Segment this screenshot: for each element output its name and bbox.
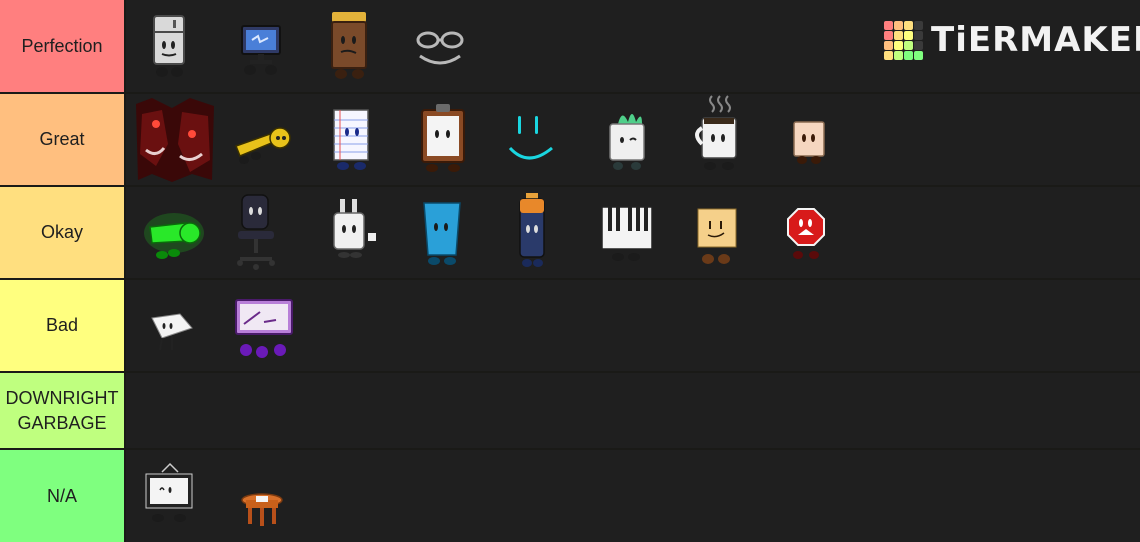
cup-character-icon[interactable] [412, 187, 472, 278]
tier-label[interactable]: Perfection [0, 0, 124, 92]
logo-grid-cell [884, 20, 893, 30]
tier-label[interactable]: N/A [0, 450, 124, 542]
tier-label[interactable]: DOWNRIGHT GARBAGE [0, 373, 124, 448]
tier-items [126, 450, 1140, 542]
picture-frame-character-icon[interactable] [140, 450, 200, 542]
tier-items [126, 280, 1140, 371]
tiermaker-logo-grid-icon [884, 20, 923, 60]
sticky-note-character-icon[interactable] [690, 187, 750, 278]
logo-grid-cell [884, 50, 893, 60]
paper-character-icon[interactable] [140, 280, 200, 371]
coffee-mug-character-icon[interactable] [690, 94, 750, 185]
stool-character-icon[interactable] [234, 450, 294, 542]
tier-items [126, 187, 1140, 278]
tier-items [126, 94, 1140, 185]
logo-grid-cell [894, 30, 903, 40]
stop-sign-character-icon[interactable] [780, 187, 840, 278]
logo-grid-cell [894, 20, 903, 30]
tier-label[interactable]: Okay [0, 187, 124, 278]
clipboard-character-icon[interactable] [412, 94, 476, 185]
plug-character-icon[interactable] [322, 187, 382, 278]
logo-grid-cell [904, 40, 913, 50]
piano-character-icon[interactable] [598, 187, 658, 278]
tier-row-na: N/A [0, 450, 1140, 542]
logo-grid-cell [904, 30, 913, 40]
logo-grid-cell [904, 50, 913, 60]
logo-grid-cell [914, 40, 923, 50]
logo-grid-cell [914, 50, 923, 60]
tier-row-bad: Bad [0, 280, 1140, 371]
shadow-monster-character-icon[interactable] [132, 94, 218, 185]
logo-grid-cell [894, 40, 903, 50]
logo-grid-cell [884, 30, 893, 40]
logo-grid-cell [894, 50, 903, 60]
tv-screen-character-icon[interactable] [230, 280, 302, 371]
green-key-character-icon[interactable] [140, 187, 204, 278]
computer-monitor-character-icon[interactable] [230, 0, 290, 92]
plant-pot-character-icon[interactable] [600, 94, 660, 185]
paper-bag-character-icon[interactable] [782, 94, 842, 185]
tier-row-okay: Okay [0, 187, 1140, 278]
logo-grid-cell [904, 20, 913, 30]
tier-row-downright-garbage: DOWNRIGHT GARBAGE [0, 373, 1140, 448]
tier-label[interactable]: Bad [0, 280, 124, 371]
yellow-key-character-icon[interactable] [230, 94, 294, 185]
fridge-character-icon[interactable] [140, 0, 200, 92]
logo-grid-cell [884, 40, 893, 50]
tier-label[interactable]: Great [0, 94, 124, 185]
tier-row-great: Great [0, 94, 1140, 185]
tiermaker-logo-text: TiERMAKER [931, 20, 1140, 60]
tiermaker-logo: TiERMAKER [884, 20, 1140, 60]
notepad-character-icon[interactable] [322, 94, 382, 185]
office-chair-character-icon[interactable] [230, 187, 290, 278]
tier-items [126, 373, 1140, 448]
logo-grid-cell [914, 30, 923, 40]
cyan-smile-face-icon[interactable] [502, 94, 562, 185]
battery-character-icon[interactable] [510, 187, 560, 278]
logo-grid-cell [914, 20, 923, 30]
chocolate-bar-character-icon[interactable] [322, 0, 382, 92]
glasses-character-icon[interactable] [410, 0, 470, 92]
tier-list-board: Perfection Great Okay Bad DOWNRIGHT GARB… [0, 0, 1140, 542]
